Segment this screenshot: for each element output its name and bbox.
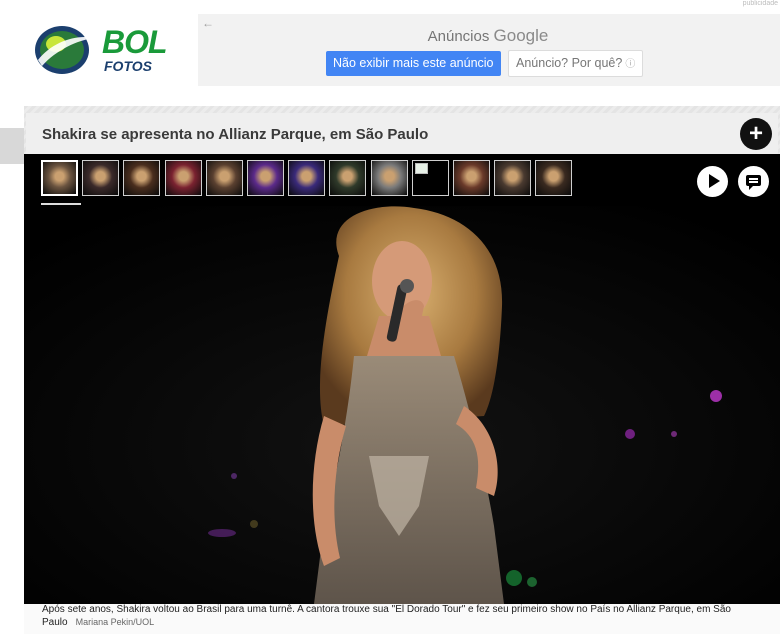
logo-fotos-text: FOTOS bbox=[104, 58, 152, 74]
gallery-thumbnail[interactable] bbox=[412, 160, 449, 196]
gallery-thumbnail[interactable] bbox=[165, 160, 202, 196]
photo-gallery: Shakira se apresenta no Allianz Parque, … bbox=[24, 106, 780, 634]
gallery-thumbnail[interactable] bbox=[329, 160, 366, 196]
gallery-thumbnail[interactable] bbox=[288, 160, 325, 196]
why-ad-label: Anúncio? Por quê? bbox=[516, 56, 623, 70]
photo-credit: Mariana Pekin/UOL bbox=[75, 617, 155, 627]
publicidade-label: publicidade bbox=[742, 0, 778, 7]
gallery-header: Shakira se apresenta no Allianz Parque, … bbox=[24, 106, 780, 154]
gallery-thumbnail[interactable] bbox=[371, 160, 408, 196]
broken-image-icon bbox=[415, 163, 428, 174]
ad-title: Anúncios Google bbox=[198, 26, 778, 46]
gallery-thumbnail[interactable] bbox=[206, 160, 243, 196]
ad-title-brand: Google bbox=[493, 26, 549, 45]
bol-globe-logo-icon bbox=[35, 26, 94, 74]
gallery-thumbnail[interactable] bbox=[494, 160, 531, 196]
why-ad-button[interactable]: Anúncio? Por quê? ⓘ bbox=[508, 50, 644, 77]
main-photo[interactable] bbox=[24, 206, 780, 604]
gallery-thumbnail[interactable] bbox=[41, 160, 78, 196]
bol-fotos-logo[interactable]: BOL FOTOS bbox=[32, 22, 182, 78]
gallery-title: Shakira se apresenta no Allianz Parque, … bbox=[42, 126, 429, 143]
photo-caption: Após sete anos, Shakira voltou ao Brasil… bbox=[42, 604, 772, 629]
gallery-thumbnail[interactable] bbox=[535, 160, 572, 196]
gallery-thumbnail[interactable] bbox=[453, 160, 490, 196]
play-icon[interactable] bbox=[697, 166, 728, 197]
hide-ad-button[interactable]: Não exibir mais este anúncio bbox=[326, 51, 501, 76]
caption-bubble-icon[interactable] bbox=[738, 166, 769, 197]
photo-stage bbox=[24, 154, 780, 604]
plus-icon[interactable]: + bbox=[740, 118, 772, 150]
ad-title-prefix: Anúncios bbox=[427, 28, 490, 45]
google-ad-panel: ← Anúncios Google Não exibir mais este a… bbox=[198, 14, 780, 86]
active-thumb-indicator bbox=[41, 203, 81, 205]
gallery-thumbnail[interactable] bbox=[247, 160, 284, 196]
info-icon: ⓘ bbox=[625, 59, 636, 70]
logo-bol-text: BOL bbox=[102, 24, 168, 60]
gallery-thumbnail[interactable] bbox=[82, 160, 119, 196]
gallery-thumbnail[interactable] bbox=[123, 160, 160, 196]
